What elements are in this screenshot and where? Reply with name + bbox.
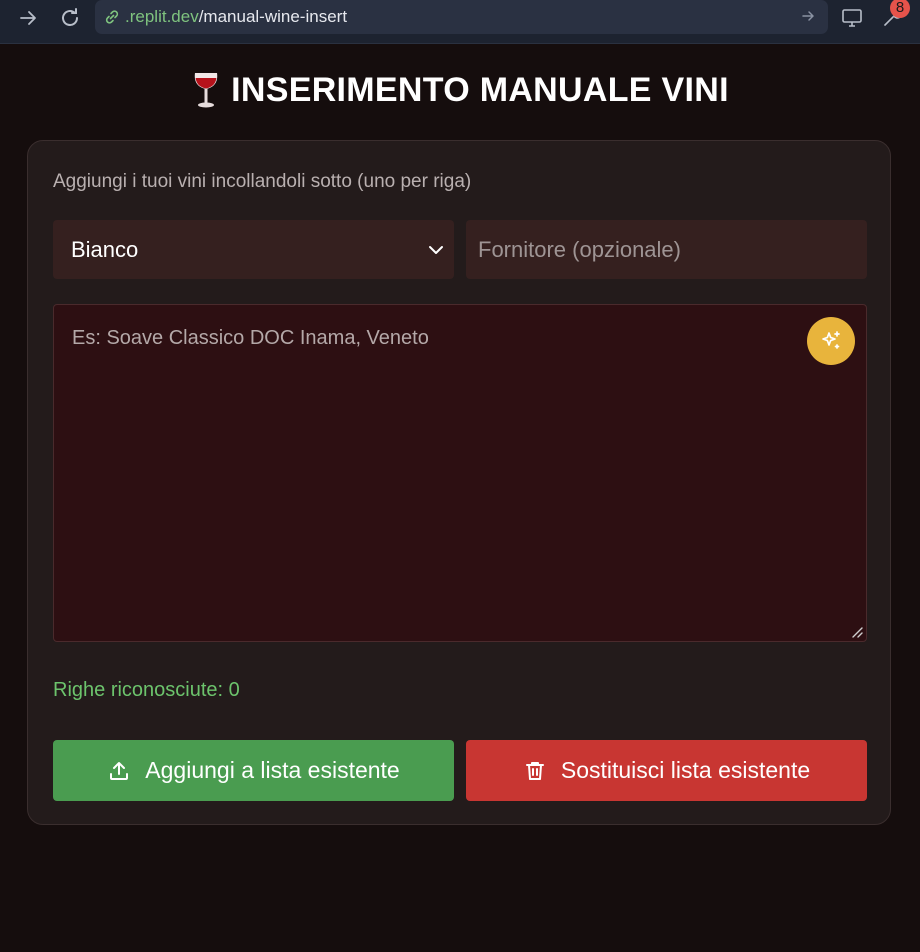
add-to-list-button[interactable]: Aggiungi a lista esistente [53, 740, 454, 801]
resize-handle-icon[interactable] [850, 625, 864, 639]
sparkles-icon [819, 329, 843, 353]
notification-badge: 8 [890, 0, 910, 18]
supplier-input[interactable] [466, 220, 867, 279]
wines-textarea-container [53, 304, 867, 642]
devices-icon[interactable] [838, 4, 866, 32]
ai-sparkles-button[interactable] [807, 317, 855, 365]
url-domain: .replit.dev [125, 7, 199, 26]
tools-icon[interactable]: 8 [878, 0, 910, 32]
wine-type-selected-value: Bianco [71, 236, 139, 262]
chevron-down-icon [426, 240, 446, 260]
wine-glass-icon [191, 70, 221, 110]
recognized-rows-count: Righe riconosciute: 0 [53, 679, 240, 701]
url-path: /manual-wine-insert [198, 7, 348, 26]
go-arrow-icon[interactable] [800, 8, 818, 26]
upload-icon [107, 759, 131, 783]
wine-insert-card: Aggiungi i tuoi vini incollandoli sotto … [27, 140, 891, 825]
page-title: INSERIMENTO MANUALE VINI [0, 70, 920, 110]
address-bar[interactable]: .replit.dev/manual-wine-insert [95, 0, 828, 34]
trash-icon [523, 759, 547, 783]
page-title-text: INSERIMENTO MANUALE VINI [231, 70, 729, 109]
reload-icon[interactable] [54, 4, 86, 32]
link-icon [103, 8, 121, 26]
wine-type-select[interactable]: Bianco [53, 220, 454, 279]
instructions-text: Aggiungi i tuoi vini incollandoli sotto … [53, 171, 472, 192]
forward-arrow-icon[interactable] [12, 4, 44, 32]
replace-list-button[interactable]: Sostituisci lista esistente [466, 740, 867, 801]
replace-list-label: Sostituisci lista esistente [560, 757, 811, 783]
wines-textarea[interactable] [54, 305, 866, 641]
add-to-list-label: Aggiungi a lista esistente [145, 757, 400, 783]
browser-toolbar: .replit.dev/manual-wine-insert 8 [0, 0, 920, 44]
